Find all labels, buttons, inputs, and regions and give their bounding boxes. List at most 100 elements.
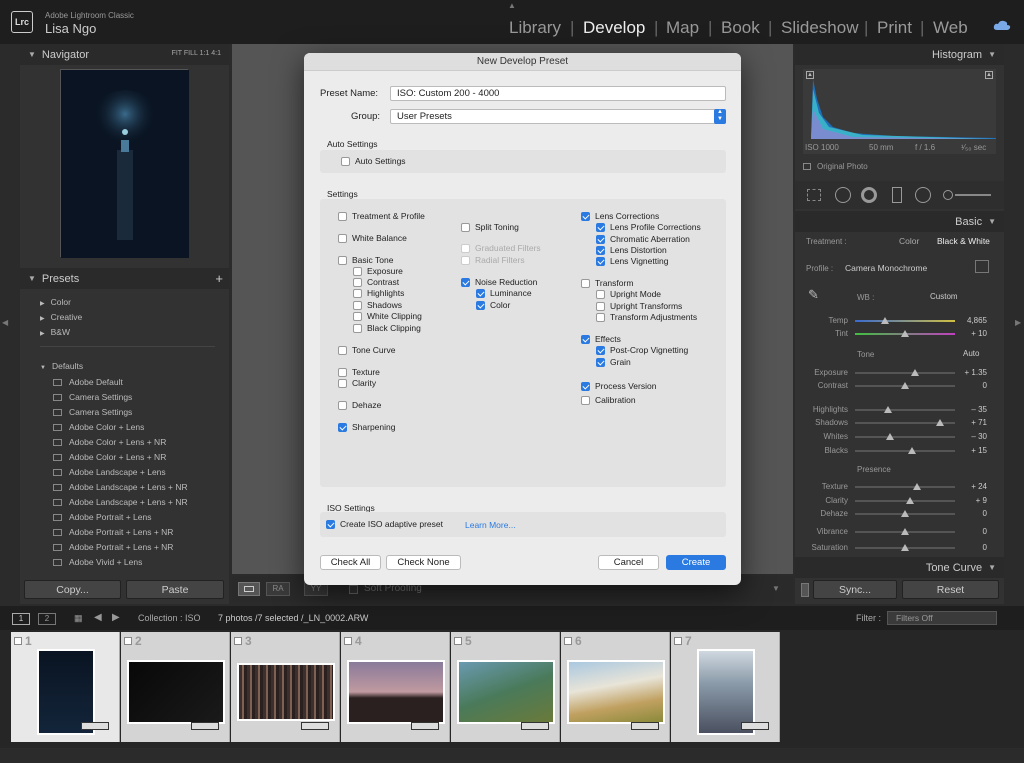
collapse-top-arrow-icon[interactable]: ▲ xyxy=(508,1,516,10)
preset-item[interactable]: Adobe Landscape + Lens + NR xyxy=(53,482,188,492)
setting-checkbox[interactable]: Graduated Filters xyxy=(461,243,541,253)
module-print[interactable]: Print xyxy=(877,18,912,38)
preset-item[interactable]: Camera Settings xyxy=(53,407,132,417)
add-preset-icon[interactable]: + xyxy=(215,271,223,286)
filmstrip-thumbnail[interactable]: 2 xyxy=(121,632,230,742)
slider-thumb[interactable] xyxy=(936,419,944,426)
loupe-view-icon[interactable] xyxy=(238,582,260,596)
slider-thumb[interactable] xyxy=(901,382,909,389)
setting-checkbox[interactable]: Transform Adjustments xyxy=(596,312,697,322)
setting-checkbox[interactable]: Basic Tone xyxy=(338,255,393,265)
preset-name-input[interactable]: ISO: Custom 200 - 4000 xyxy=(390,86,726,101)
thumbnail-select-checkbox[interactable] xyxy=(454,637,462,645)
preset-item[interactable]: Adobe Portrait + Lens xyxy=(53,512,151,522)
collapse-right-arrow-icon[interactable]: ▶ xyxy=(1015,318,1021,327)
setting-checkbox[interactable]: Effects xyxy=(581,334,621,344)
setting-checkbox[interactable]: Post-Crop Vignetting xyxy=(596,345,688,355)
filmstrip-thumbnail[interactable]: 4 xyxy=(341,632,450,742)
page-1-button[interactable]: 1 xyxy=(12,613,30,625)
slider-thumb[interactable] xyxy=(901,510,909,517)
setting-checkbox[interactable]: Color xyxy=(476,300,510,310)
setting-checkbox[interactable]: Black Clipping xyxy=(353,323,421,333)
slider-value[interactable]: 0 xyxy=(947,509,987,518)
preset-item[interactable]: Adobe Portrait + Lens + NR xyxy=(53,542,173,552)
check-none-button[interactable]: Check None xyxy=(386,555,461,570)
module-map[interactable]: Map xyxy=(666,18,699,38)
setting-checkbox[interactable]: Treatment & Profile xyxy=(338,211,425,221)
preset-item[interactable]: Adobe Color + Lens xyxy=(53,422,144,432)
selection-count[interactable]: 7 photos /7 selected /_LN_0002.ARW xyxy=(218,613,368,623)
setting-checkbox[interactable]: Highlights xyxy=(353,288,404,298)
preset-item[interactable]: Adobe Landscape + Lens xyxy=(53,467,166,477)
back-arrow-icon[interactable]: ◀ xyxy=(94,612,102,623)
preset-item[interactable]: Camera Settings xyxy=(53,392,132,402)
slider-thumb[interactable] xyxy=(881,317,889,324)
filmstrip-thumbnail[interactable]: 6 xyxy=(561,632,670,742)
setting-checkbox[interactable]: Upright Mode xyxy=(596,289,661,299)
slider-value[interactable]: 0 xyxy=(947,527,987,536)
create-button[interactable]: Create xyxy=(666,555,726,570)
learn-more-link[interactable]: Learn More... xyxy=(465,520,516,530)
setting-checkbox[interactable]: Dehaze xyxy=(338,400,381,410)
auto-settings-checkbox[interactable]: Auto Settings xyxy=(341,156,406,166)
setting-checkbox[interactable]: Contrast xyxy=(353,277,399,287)
navigator-header[interactable]: ▼ Navigator FIT FILL 1:1 4:1 xyxy=(20,44,229,65)
toolbar-menu-icon[interactable]: ▼ xyxy=(772,584,780,593)
setting-checkbox[interactable]: Clarity xyxy=(338,378,376,388)
preset-group-defaults[interactable]: ▼ Defaults xyxy=(40,361,83,371)
slider-value[interactable]: + 1.35 xyxy=(947,368,987,377)
slider-value[interactable]: – 30 xyxy=(947,432,987,441)
setting-checkbox[interactable]: Upright Transforms xyxy=(596,301,682,311)
preset-item[interactable]: Adobe Landscape + Lens + NR xyxy=(53,497,188,507)
slider-value[interactable]: + 24 xyxy=(947,482,987,491)
setting-checkbox[interactable]: Radial Filters xyxy=(461,255,525,265)
sync-button[interactable]: Sync... xyxy=(813,580,897,599)
thumbnail-select-checkbox[interactable] xyxy=(564,637,572,645)
navigator-zoom-options[interactable]: FIT FILL 1:1 4:1 xyxy=(172,50,221,57)
slider-value[interactable]: 4,865 xyxy=(947,316,987,325)
thumbnail-select-checkbox[interactable] xyxy=(344,637,352,645)
navigator-preview[interactable] xyxy=(60,69,189,258)
slider-thumb[interactable] xyxy=(884,406,892,413)
filmstrip-thumbnail[interactable]: 7 xyxy=(671,632,780,742)
setting-checkbox[interactable]: Texture xyxy=(338,367,380,377)
preset-item[interactable]: Adobe Vivid + Lens xyxy=(53,557,142,567)
cancel-button[interactable]: Cancel xyxy=(598,555,659,570)
setting-checkbox[interactable]: Lens Vignetting xyxy=(596,256,668,266)
setting-checkbox[interactable]: Split Toning xyxy=(461,222,519,232)
preset-item[interactable]: Adobe Portrait + Lens + NR xyxy=(53,527,173,537)
slider-thumb[interactable] xyxy=(913,483,921,490)
filmstrip-thumbnail[interactable]: 3 xyxy=(231,632,340,742)
slider-track[interactable] xyxy=(855,436,955,438)
slider-track[interactable] xyxy=(855,500,955,502)
slider-thumb[interactable] xyxy=(901,544,909,551)
preset-group[interactable]: ▶ Creative xyxy=(40,312,82,322)
slider-value[interactable]: + 71 xyxy=(947,418,987,427)
preset-item[interactable]: Adobe Color + Lens + NR xyxy=(53,437,166,447)
filter-dropdown[interactable]: Filters Off xyxy=(887,611,997,625)
slider-track[interactable] xyxy=(855,372,955,374)
copy-button[interactable]: Copy... xyxy=(24,580,121,599)
grid-view-icon[interactable]: ▦ xyxy=(74,613,85,624)
setting-checkbox[interactable]: White Clipping xyxy=(353,311,422,321)
slider-value[interactable]: 0 xyxy=(947,381,987,390)
setting-checkbox[interactable]: Lens Corrections xyxy=(581,211,659,221)
module-library[interactable]: Library xyxy=(509,18,561,38)
paste-button[interactable]: Paste xyxy=(126,580,224,599)
setting-checkbox[interactable]: Noise Reduction xyxy=(461,277,537,287)
slider-track[interactable] xyxy=(855,409,955,411)
soft-proofing-checkbox[interactable] xyxy=(349,585,358,594)
slider-thumb[interactable] xyxy=(886,433,894,440)
auto-tone-button[interactable]: Auto xyxy=(963,349,979,358)
slider-thumb[interactable] xyxy=(908,447,916,454)
collection-label[interactable]: Collection : ISO xyxy=(138,613,201,623)
sync-toggle[interactable] xyxy=(801,583,809,597)
check-all-button[interactable]: Check All xyxy=(320,555,381,570)
setting-checkbox[interactable]: Sharpening xyxy=(338,422,395,432)
setting-checkbox[interactable]: Lens Distortion xyxy=(596,245,667,255)
slider-thumb[interactable] xyxy=(901,330,909,337)
setting-checkbox[interactable]: Chromatic Aberration xyxy=(596,234,690,244)
slider-thumb[interactable] xyxy=(901,528,909,535)
setting-checkbox[interactable]: White Balance xyxy=(338,233,407,243)
reset-button[interactable]: Reset xyxy=(902,580,999,599)
